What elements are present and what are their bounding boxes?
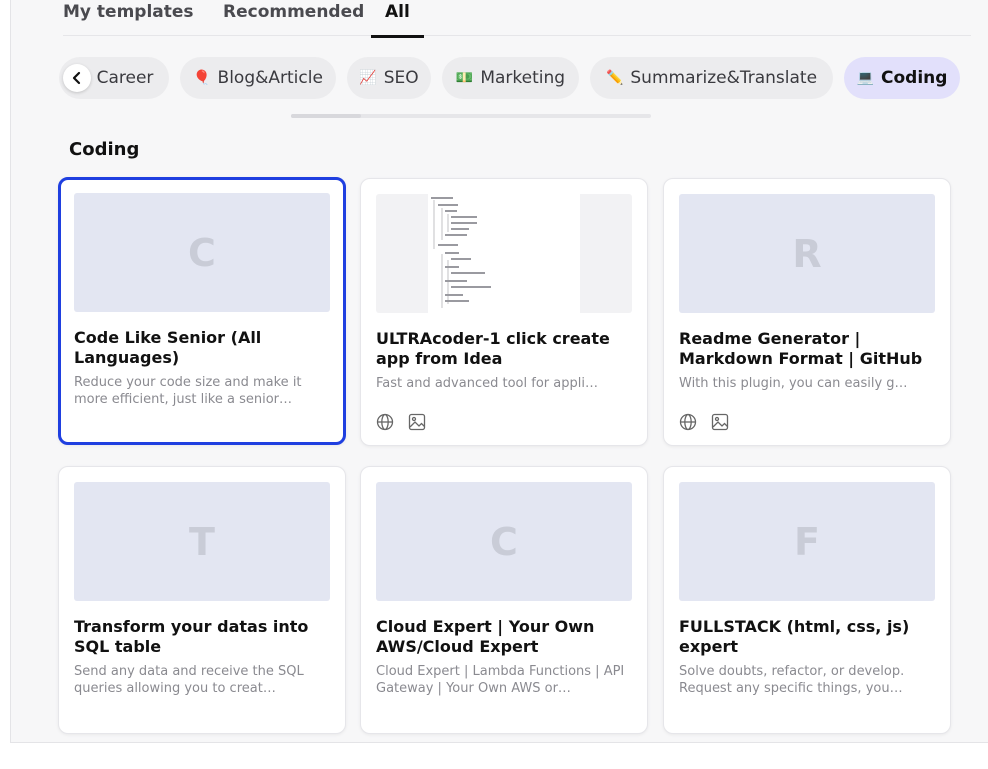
card-description: Reduce your code size and make it more e… [74,375,302,407]
card-thumbnail: R [679,194,935,313]
card-description: Send any data and receive the SQL querie… [74,664,304,696]
template-card[interactable]: F FULLSTACK (html, css, js) expert Solve… [663,466,951,734]
image-icon [711,413,729,431]
chips-scrollbar[interactable] [291,114,651,118]
card-thumbnail: C [376,482,632,601]
globe-icon [376,413,394,431]
card-description: With this plugin, you can easily g… [679,376,908,391]
tab-all[interactable]: All [371,2,424,38]
card-title: Code Like Senior (All Languages) [74,328,262,367]
card-thumbnail: C [74,193,330,312]
template-card[interactable]: C Code Like Senior (All Languages) Reduc… [58,177,346,445]
chip-summarize-translate[interactable]: ✏️ Summarize&Translate [590,57,833,99]
project-tree-preview [376,194,632,313]
templates-panel: My templates Recommended All Career 🎈 Bl… [10,0,988,743]
card-title: Readme Generator | Markdown Format | Git… [679,329,923,368]
chip-label: Coding [881,68,948,88]
card-thumbnail: F [679,482,935,601]
balloon-icon: 🎈 [193,70,211,86]
scrollbar-thumb[interactable] [291,114,361,118]
card-thumbnail: T [74,482,330,601]
card-description: Fast and advanced tool for appli… [376,376,598,391]
category-chips: Career 🎈 Blog&Article 📈 SEO 💵 Marketing … [59,57,969,101]
chart-increasing-icon: 📈 [359,70,377,86]
chevron-left-icon [72,71,81,85]
tab-my-templates[interactable]: My templates [63,2,194,22]
chip-label: Summarize&Translate [630,68,818,88]
chip-seo[interactable]: 📈 SEO [347,57,431,99]
card-description: Solve doubts, refactor, or develop. Requ… [679,664,905,696]
laptop-icon: 💻 [856,70,874,86]
card-title: FULLSTACK (html, css, js) expert [679,617,910,656]
money-icon: 💵 [455,70,474,86]
section-title: Coding [69,139,140,160]
template-card[interactable]: ULTRAcoder-1 click create app from Idea … [360,178,648,446]
card-title: Cloud Expert | Your Own AWS/Cloud Expert [376,617,595,656]
image-icon [408,413,426,431]
chip-coding[interactable]: 💻 Coding [844,57,960,99]
chip-marketing[interactable]: 💵 Marketing [442,57,579,99]
card-title: ULTRAcoder-1 click create app from Idea [376,329,610,368]
card-thumbnail [376,194,632,313]
card-title: Transform your datas into SQL table [74,617,309,656]
globe-icon [679,413,697,431]
chip-blog-article[interactable]: 🎈 Blog&Article [180,57,336,99]
chip-label: Marketing [480,68,566,88]
template-card[interactable]: R Readme Generator | Markdown Format | G… [663,178,951,446]
card-description: Cloud Expert | Lambda Functions | API Ga… [376,664,625,696]
chip-label: Career [96,68,154,88]
chips-scroll-left-button[interactable] [63,64,91,92]
template-card[interactable]: C Cloud Expert | Your Own AWS/Cloud Expe… [360,466,648,734]
template-card[interactable]: T Transform your datas into SQL table Se… [58,466,346,734]
card-capability-icons [679,413,729,431]
chip-label: SEO [383,68,419,88]
card-capability-icons [376,413,426,431]
tab-recommended[interactable]: Recommended [223,2,364,22]
pencil-icon: ✏️ [605,70,624,86]
chip-label: Blog&Article [217,68,323,88]
template-tabs: My templates Recommended All [63,0,971,38]
